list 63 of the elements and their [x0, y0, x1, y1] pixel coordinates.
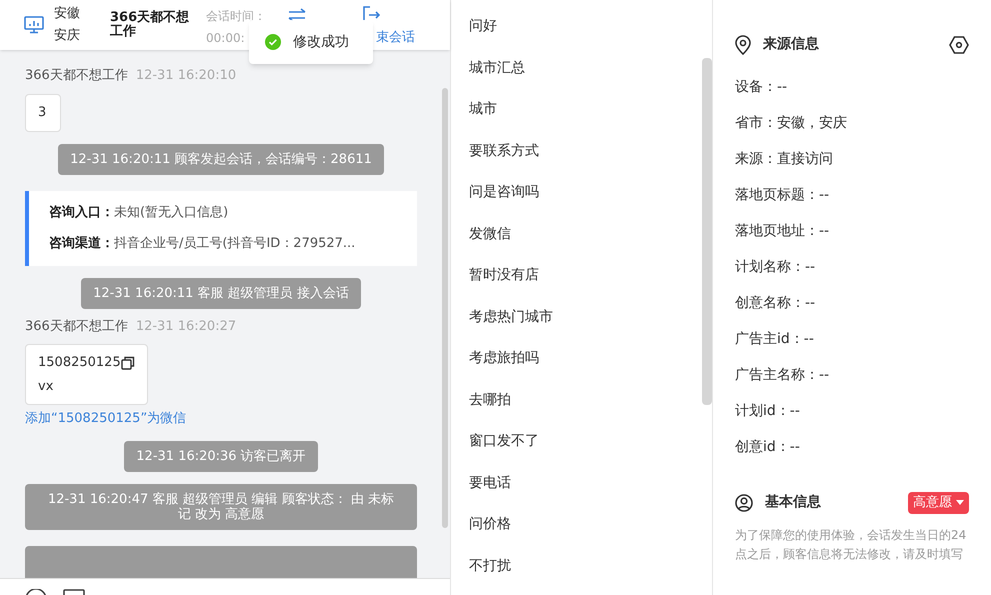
- success-icon: [265, 34, 281, 50]
- info-value: 抖音企业号/员工号(抖音号ID：279527...: [114, 235, 356, 253]
- copy-icon[interactable]: [120, 356, 135, 370]
- source-field: 广告主id：--: [735, 329, 969, 350]
- source-field: 广告主名称：--: [735, 365, 969, 386]
- quick-reply-item[interactable]: 窗口发不了: [469, 431, 702, 451]
- session-time-value: 00:00:: [206, 30, 246, 47]
- quick-reply-item[interactable]: 问价格: [469, 514, 702, 534]
- message-text: vx: [38, 378, 54, 396]
- user-icon: [735, 494, 753, 512]
- source-field: 计划名称：--: [735, 257, 969, 278]
- location-pin-icon: [735, 34, 751, 54]
- source-field: 创意名称：--: [735, 293, 969, 314]
- transfer-icon[interactable]: [288, 8, 306, 22]
- status-dropdown[interactable]: 高意愿: [908, 492, 969, 514]
- settings-icon[interactable]: [949, 36, 969, 54]
- info-label: 咨询入口：: [49, 204, 114, 222]
- source-field: 计划id：--: [735, 401, 969, 422]
- message-text: 1508250125: [38, 354, 121, 372]
- section-title: 来源信息: [763, 35, 819, 54]
- message-text: 3: [38, 104, 46, 122]
- source-field: 来源：直接访问: [735, 149, 969, 170]
- quick-reply-item[interactable]: 要电话: [469, 472, 702, 492]
- quick-reply-item[interactable]: 城市: [469, 99, 702, 119]
- quick-reply-item[interactable]: 考虑旅拍吗: [469, 348, 702, 368]
- caret-icon: [956, 500, 964, 506]
- section-title: 基本信息: [765, 493, 821, 512]
- quick-reply-item[interactable]: 问好: [469, 16, 702, 36]
- quick-reply-item[interactable]: 城市汇总: [469, 58, 702, 78]
- scrollbar-thumb[interactable]: [702, 58, 712, 405]
- source-field: 设备：--: [735, 77, 969, 98]
- sender-name: 366天都不想工作: [25, 318, 128, 336]
- quick-reply-item[interactable]: 考虑热门城市: [469, 306, 702, 326]
- quick-reply-item[interactable]: 去哪拍: [469, 390, 702, 410]
- source-field: 创意id：--: [735, 437, 969, 458]
- monitor-icon: [24, 16, 44, 34]
- system-message: 12-31 16:20:36 访客已离开: [124, 440, 318, 472]
- image-icon[interactable]: [63, 589, 85, 595]
- system-message: 12-31 16:20:47 客服 超级管理员 编辑 顾客状态： 由 未标记 改为 高意愿: [25, 484, 417, 530]
- quick-reply-item[interactable]: 暂时没有店: [469, 265, 702, 285]
- end-session-button[interactable]: 束会话: [376, 28, 415, 48]
- location-text: 安庆: [54, 27, 81, 45]
- quick-reply-item[interactable]: 要联系方式: [469, 140, 702, 160]
- source-field: 落地页地址：--: [735, 221, 969, 242]
- message-time: 12-31 16:20:27: [136, 318, 236, 336]
- add-wechat-link[interactable]: 添加“1508250125”为微信: [25, 409, 186, 428]
- toast-text: 修改成功: [293, 32, 349, 52]
- quick-reply-item[interactable]: 不打扰: [469, 556, 702, 576]
- session-time-label: 会话时间：: [206, 8, 266, 25]
- customer-name: 366天都不想工作: [110, 11, 190, 39]
- info-label: 咨询渠道：: [49, 234, 114, 253]
- scrollbar-thumb[interactable]: [442, 88, 448, 528]
- system-message: 12-31 16:20:11 客服 超级管理员 接入会话: [81, 278, 361, 308]
- info-value: 未知(暂无入口信息): [114, 204, 228, 222]
- system-message: 12-31 16:20:11 顾客发起会话，会话编号：28611: [58, 144, 384, 174]
- quick-reply-item[interactable]: 发微信: [469, 224, 702, 244]
- quick-reply-item[interactable]: 问是咨询吗: [469, 182, 702, 202]
- message-time: 12-31 16:20:10: [136, 67, 236, 85]
- source-field: 落地页标题：--: [735, 185, 969, 206]
- location-text: 安徽: [54, 5, 81, 23]
- sender-name: 366天都不想工作: [25, 67, 128, 85]
- note-text: 为了保障您的使用体验，会话发生当日的24点之后，顾客信息将无法修改，请及时填写: [735, 526, 968, 562]
- source-field: 省市：安徽，安庆: [735, 113, 969, 134]
